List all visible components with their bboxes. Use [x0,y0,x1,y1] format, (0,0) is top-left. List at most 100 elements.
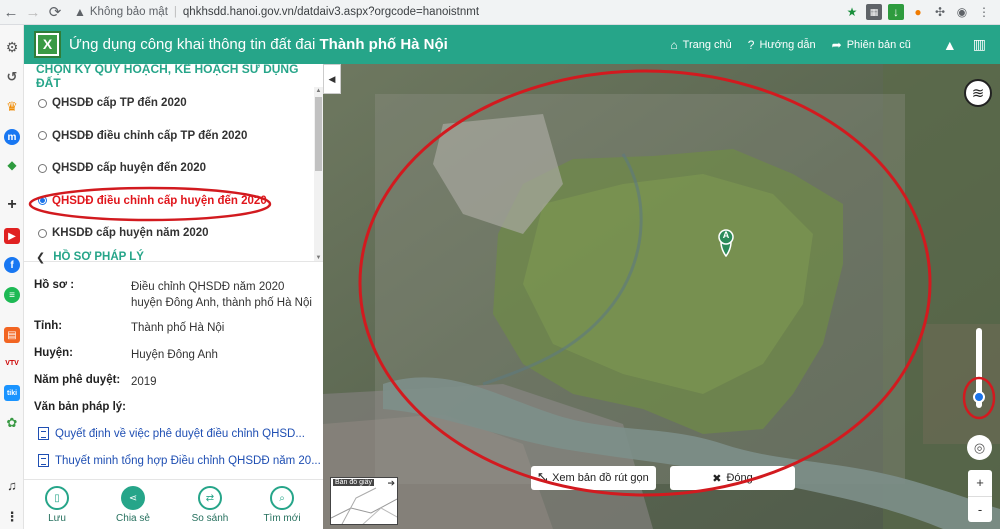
radio-button[interactable] [38,131,47,141]
crown-icon[interactable]: ♛ [4,99,20,115]
save-button[interactable]: ▯ Lưu [33,486,81,524]
document-link-0[interactable]: Quyết định về việc phê duyệt điều chỉnh … [38,427,305,440]
extension-icon[interactable]: ▦ [866,4,882,20]
youtube-icon[interactable]: ▶ [4,228,20,244]
plan-options-list: QHSDĐ cấp TP đến 2020 QHSDĐ điều chỉnh c… [24,87,323,262]
facebook-icon[interactable]: f [4,257,20,273]
plan-option-label: QHSDĐ cấp huyện đến 2020 [52,162,207,175]
radio-button[interactable] [38,163,47,173]
map-canvas[interactable]: A [323,64,1000,529]
swap-icon: ⇄ [198,486,222,510]
close-map-button[interactable]: ✖ Đóng [670,466,795,490]
forward-icon[interactable]: → [22,1,44,23]
search-new-button[interactable]: ⌕ Tìm mới [258,486,306,524]
zoom-out-button[interactable]: - [968,496,992,522]
notification-icon[interactable]: ♫ [4,477,20,493]
tinh-label: Tỉnh: [34,320,63,332]
plan-option-4[interactable]: KHSDĐ cấp huyện năm 2020 [24,217,323,250]
shrink-icon: ⤡ [538,471,548,484]
chevron-left-icon: ❮ [36,251,46,264]
settings-icon[interactable]: ⚙ [4,39,20,55]
reload-icon[interactable]: ⟳ [44,1,66,23]
arrow-right-icon: ➔ [387,478,395,488]
collapse-panel-button[interactable]: ◀ [323,64,341,94]
document-link-label: Thuyết minh tổng hợp Điều chỉnh QHSDĐ nă… [55,454,321,467]
compact-map-button[interactable]: ⤡ Xem bản đồ rút gọn [531,466,656,490]
plan-option-label: QHSDĐ điều chỉnh cấp huyện đến 2020 [52,194,267,207]
paper-map-preview[interactable]: Bản đồ giấy ➔ [330,477,398,525]
messenger-icon[interactable]: m [4,129,20,145]
document-link-1[interactable]: Thuyết minh tổng hợp Điều chỉnh QHSDĐ nă… [38,454,321,467]
android-app-link[interactable]: ▲ [943,37,957,53]
security-label: Không bảo mật [89,6,168,18]
nav-home[interactable]: ⌂ Trang chủ [670,38,731,52]
nav-old-version-label: Phiên bản cũ [846,38,911,51]
profile-icon[interactable]: ◉ [954,4,970,20]
puzzle-icon[interactable]: ✣ [932,4,948,20]
document-link-label: Quyết định về việc phê duyệt điều chỉnh … [55,427,305,440]
radio-button-selected[interactable] [38,196,47,206]
header-nav: ⌂ Trang chủ ? Hướng dẫn ➦ Phiên bản cũ ▲… [670,36,1000,53]
browser-toolbar: ← → ⟳ ▲ Không bảo mật | qhkhsdd.hanoi.go… [0,0,1000,25]
locate-icon[interactable]: ◎ [967,435,992,460]
nav-old-version[interactable]: ➦ Phiên bản cũ [832,38,911,52]
plan-option-label: QHSDĐ điều chỉnh cấp TP đến 2020 [52,129,248,142]
map-app-link[interactable]: ▥ [973,36,986,53]
huyen-label: Huyện: [34,347,73,359]
zoom-in-button[interactable]: + [968,470,992,496]
address-bar[interactable]: ▲ Không bảo mật | qhkhsdd.hanoi.gov.vn/d… [74,2,774,22]
download-icon[interactable]: ↓ [888,4,904,20]
save-label: Lưu [48,513,66,524]
vtv-icon[interactable]: VTV [4,355,20,371]
zoom-slider-handle[interactable] [973,391,985,403]
tiki-icon[interactable]: tiki [4,385,20,401]
shopping-icon[interactable]: ● [910,4,926,20]
spotify-icon[interactable]: ≡ [4,287,20,303]
game-icon[interactable]: ✿ [4,415,20,431]
add-icon[interactable]: + [4,196,20,213]
compare-label: So sánh [191,513,229,524]
map-icon: ▥ [972,36,986,52]
radio-button[interactable] [38,98,47,108]
history-icon[interactable]: ↺ [4,69,20,85]
star-icon[interactable]: ★ [844,4,860,20]
back-icon[interactable]: ← [0,1,22,23]
app-title-city: Thành phố Hà Nội [319,36,448,53]
shop-icon[interactable]: ▤ [4,327,20,343]
extensions-area: ★ ▦ ↓ ● ✣ ◉ ⋮ [844,4,1000,20]
more-menu-icon[interactable]: ⋮ [976,4,992,20]
sidebar-menu-icon[interactable]: ⋮ [4,509,20,525]
close-icon: ✖ [712,472,722,485]
nav-guide-label: Hướng dẫn [759,38,816,51]
scrollbar-thumb[interactable] [315,97,322,171]
plan-option-3[interactable]: QHSDĐ điều chỉnh cấp huyện đến 2020 [24,185,323,218]
share-button[interactable]: ⋖ Chia sẻ [109,486,157,524]
left-panel: CHỌN KỲ QUY HOẠCH, KẾ HOẠCH SỬ DỤNG ĐẤT … [24,62,323,529]
logo-mark: X [38,35,57,54]
plan-list-scrollbar[interactable]: ▲ ▼ [314,87,323,261]
bottom-action-bar: ▯ Lưu ⋖ Chia sẻ ⇄ So sánh ⌕ Tìm mới [24,479,323,529]
share-label: Chia sẻ [116,513,150,524]
app-logo: X [34,31,61,58]
plan-option-0[interactable]: QHSDĐ cấp TP đến 2020 [24,87,323,120]
plan-option-1[interactable]: QHSDĐ điều chỉnh cấp TP đến 2020 [24,120,323,153]
scroll-up-icon[interactable]: ▲ [314,87,323,95]
plan-option-2[interactable]: QHSDĐ cấp huyện đến 2020 [24,152,323,185]
paper-map-label: Bản đồ giấy [333,479,374,486]
document-icon [38,454,49,467]
ho-so-label: Hồ sơ : [34,279,75,291]
browser-sidebar: ⚙ ↺ ♛ m ◆ + ▶ f ≡ ▤ VTV tiki ✿ ♫ ⋮ [0,25,24,529]
search-icon: ⌕ [270,486,294,510]
compare-button[interactable]: ⇄ So sánh [186,486,234,524]
legal-heading[interactable]: ❮ HỒ SƠ PHÁP LÝ [24,247,323,267]
nam-label: Năm phê duyệt: [34,374,121,386]
layers-icon[interactable]: ≋ [964,79,992,107]
share-icon: ⋖ [121,486,145,510]
app-title: Ứng dụng công khai thông tin đất đai Thà… [69,36,448,53]
android-icon: ▲ [942,36,957,53]
document-icon [38,427,49,440]
close-map-label: Đóng [726,472,753,484]
nav-guide[interactable]: ? Hướng dẫn [748,38,816,52]
gamepad-icon[interactable]: ◆ [4,157,20,173]
radio-button[interactable] [38,228,47,238]
